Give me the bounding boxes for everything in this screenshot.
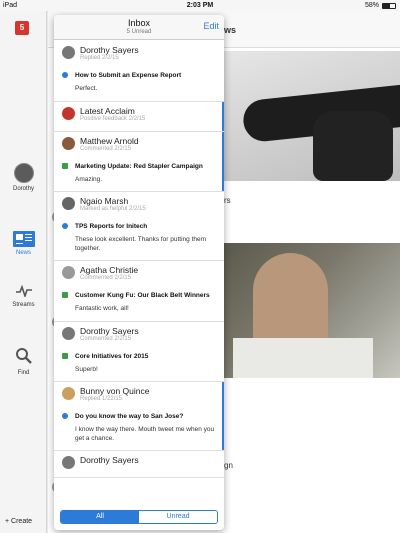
nav-profile-label: Dorothy <box>12 186 34 192</box>
app-logo[interactable]: 5 <box>15 21 29 35</box>
tab-all[interactable]: All <box>61 511 139 523</box>
avatar <box>62 266 75 279</box>
inbox-header: Inbox 5 Unread Edit <box>54 15 224 40</box>
avatar <box>62 197 75 210</box>
item-meta: Positive feedback 2/2/15 <box>80 115 146 122</box>
item-subject: TPS Reports for Initech <box>75 223 148 230</box>
item-meta: Commented 2/2/15 <box>80 335 132 342</box>
inbox-filter: All Unread <box>60 510 218 524</box>
item-body: Amazing. <box>75 175 103 183</box>
feed-image-belt[interactable] <box>223 51 400 181</box>
feed-title: ws <box>224 25 237 35</box>
item-meta: Marked as helpful 2/2/15 <box>80 206 146 212</box>
inbox-item[interactable]: Dorothy Sayers Commented 2/2/15 Core Initi… <box>54 322 224 382</box>
nav-rail: 5 Dorothy News Streams Find + Create <box>0 11 47 533</box>
search-icon <box>15 348 32 364</box>
avatar <box>62 106 75 120</box>
unread-count: 5 Unread <box>126 29 152 35</box>
inbox-item[interactable]: Matthew Arnold Commented 2/2/15 Marketing … <box>54 131 224 192</box>
tab-unread[interactable]: Unread <box>139 511 217 523</box>
avatar <box>13 163 34 183</box>
avatar <box>62 326 75 340</box>
battery-icon <box>382 2 396 9</box>
avatar <box>62 136 75 150</box>
item-subject: Core Initiatives for 2015 <box>75 352 149 360</box>
sender-name: Dorothy Sayers <box>80 325 139 336</box>
item-subject: Customer Kung Fu: Our Black Belt Winners <box>75 292 210 299</box>
item-meta: Replied 2/2/15 <box>80 55 119 61</box>
activity-icon <box>15 284 32 299</box>
inbox-item[interactable]: Ngaio Marsh Marked as helpful 2/2/15 TPS R… <box>54 192 224 261</box>
question-icon <box>62 223 68 229</box>
feed-caption[interactable]: rs <box>224 196 231 205</box>
nav-find[interactable]: Find <box>0 347 47 376</box>
feed-caption[interactable]: gn <box>224 461 233 470</box>
edit-button[interactable]: Edit <box>203 21 219 31</box>
item-subject: Marketing Update: Red Stapler Campaign <box>75 162 203 170</box>
inbox-item[interactable]: Dorothy Sayers <box>54 451 224 478</box>
comment-icon <box>62 292 68 298</box>
item-body: Fantastic work, all! <box>75 305 129 312</box>
sender-name: Agatha Christie <box>80 265 139 275</box>
item-body: Superb! <box>75 365 98 373</box>
question-icon <box>62 72 68 78</box>
create-button[interactable]: + Create <box>5 518 32 525</box>
create-label: Create <box>11 518 33 525</box>
inbox-item[interactable]: Dorothy Sayers Replied 2/2/15 How to Submi… <box>54 41 224 102</box>
nav-streams[interactable]: Streams <box>0 284 47 308</box>
feed-image-person[interactable] <box>223 243 400 378</box>
item-meta: Replied 1/22/15 <box>80 396 123 402</box>
avatar <box>62 46 75 59</box>
item-subject: How to Submit an Expense Report <box>75 72 182 79</box>
plus-icon: + <box>5 518 10 525</box>
nav-news[interactable]: News <box>0 231 47 256</box>
sender-name: Bunny von Quince <box>80 386 150 396</box>
sender-name: Dorothy Sayers <box>80 455 139 465</box>
inbox-item[interactable]: Bunny von Quince Replied 1/22/15 Do you kn… <box>54 382 224 451</box>
newspaper-icon <box>12 231 35 247</box>
item-body: These look excellent. Thanks for putting… <box>75 236 207 252</box>
item-meta: Commented 2/2/15 <box>80 145 132 152</box>
inbox-popover: Inbox 5 Unread Edit Dorothy Sayers Replie… <box>54 15 224 530</box>
inbox-item[interactable]: Latest Acclaim Positive feedback 2/2/15 <box>54 101 224 132</box>
avatar <box>62 456 75 469</box>
item-meta: Commented 2/2/15 <box>80 275 132 281</box>
status-bar: iPad 2:03 PM 58% <box>0 0 400 11</box>
nav-profile[interactable]: Dorothy <box>0 163 47 192</box>
nav-news-label: News <box>15 250 31 256</box>
clock: 2:03 PM <box>186 2 214 9</box>
avatar <box>62 387 75 400</box>
sender-name: Matthew Arnold <box>80 135 139 146</box>
comment-icon <box>62 352 68 359</box>
item-subject: Do you know the way to San Jose? <box>75 413 184 420</box>
inbox-title: Inbox <box>127 18 151 28</box>
inbox-item[interactable]: Agatha Christie Commented 2/2/15 Customer … <box>54 261 224 322</box>
question-icon <box>62 413 68 419</box>
battery-area: 58% <box>365 0 396 11</box>
nav-find-label: Find <box>17 370 30 376</box>
item-body: Perfect. <box>75 85 98 92</box>
battery-percent: 58% <box>364 2 379 9</box>
sender-name: Latest Acclaim <box>80 105 135 116</box>
inbox-list[interactable]: Dorothy Sayers Replied 2/2/15 How to Submi… <box>54 41 224 509</box>
comment-icon <box>62 162 68 169</box>
sender-name: Dorothy Sayers <box>80 45 139 55</box>
item-body: I know the way there. Mouth tweet me whe… <box>75 426 215 442</box>
nav-streams-label: Streams <box>12 302 35 308</box>
sender-name: Ngaio Marsh <box>80 196 129 206</box>
